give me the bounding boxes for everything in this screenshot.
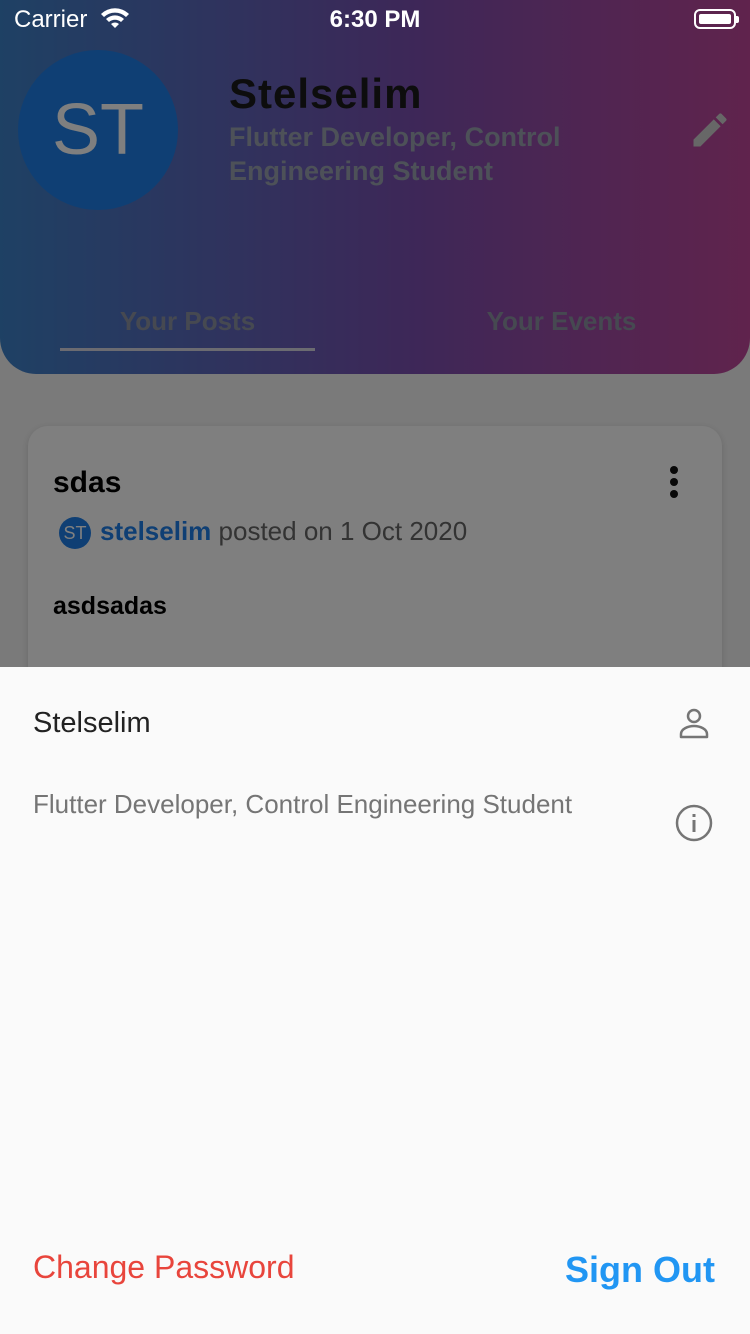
clock: 6:30 PM	[329, 6, 421, 33]
info-outline-icon	[675, 804, 713, 842]
status-bar: Carrier 6:30 PM	[0, 0, 750, 40]
sheet-name: Stelselim	[33, 707, 151, 739]
modal-scrim[interactable]	[0, 0, 750, 667]
battery-icon	[694, 9, 739, 29]
sign-out-button[interactable]: Sign Out	[565, 1249, 715, 1291]
person-outline-icon	[679, 708, 709, 739]
change-password-button[interactable]: Change Password	[33, 1249, 294, 1286]
sheet-bio: Flutter Developer, Control Engineering S…	[33, 789, 573, 819]
bottom-sheet: Stelselim Flutter Developer, Control Eng…	[0, 667, 750, 1334]
